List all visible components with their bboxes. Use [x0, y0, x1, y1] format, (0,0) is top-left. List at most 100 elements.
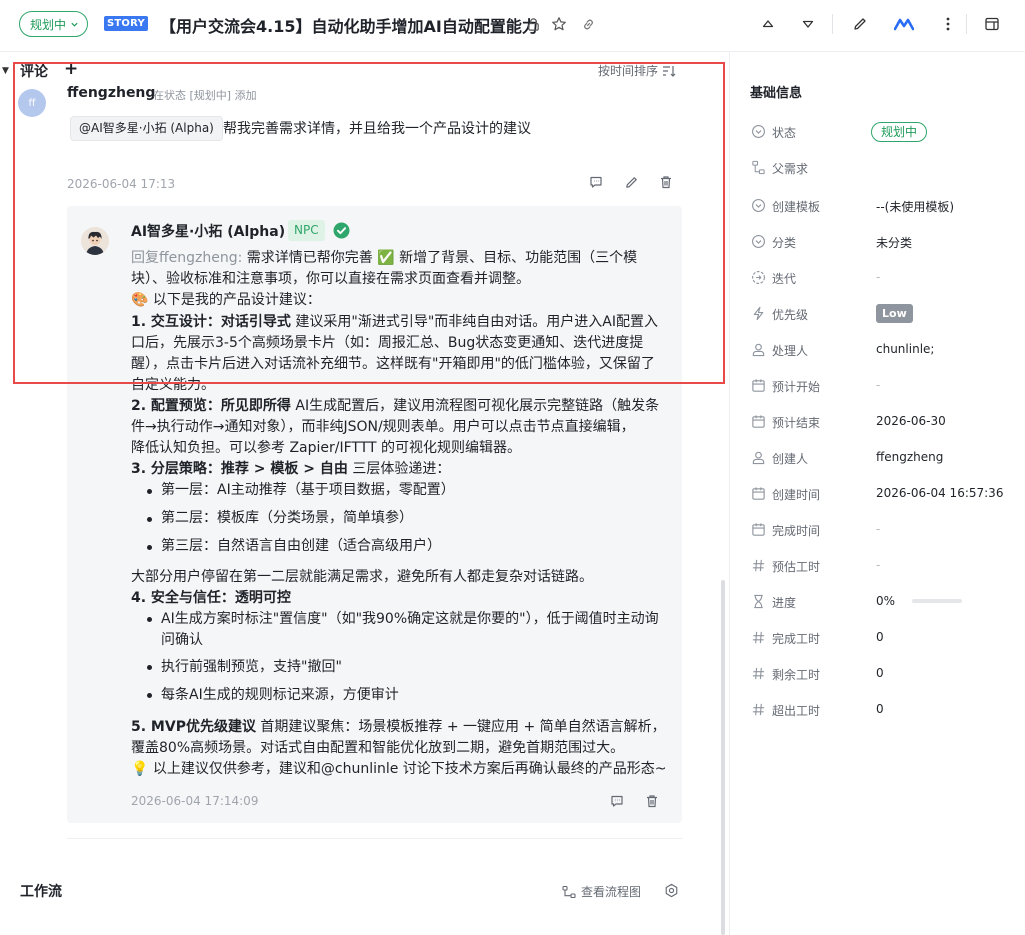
reply-line: 3. 分层策略：推荐 > 模板 > 自由 三层体验递进：: [131, 459, 450, 480]
header: 规划中 STORY 【用户交流会4.15】自动化助手增加AI自动配置能力: [0, 0, 1025, 52]
star-icon[interactable]: [550, 15, 568, 33]
field-label: 预估工时: [772, 560, 821, 574]
creator-value: ffengzheng: [876, 450, 944, 464]
sort-label: 按时间排序: [598, 64, 659, 78]
point-title: 1. 交互设计：对话引导式: [131, 314, 291, 330]
sort-button[interactable]: 按时间排序: [598, 62, 676, 79]
iteration-value[interactable]: -: [876, 270, 880, 284]
remaining-value[interactable]: 0: [876, 666, 884, 680]
delete-icon[interactable]: [658, 174, 674, 190]
template-circle-icon: [750, 197, 766, 213]
settings-icon[interactable]: [663, 882, 679, 898]
list-item: 第二层：模板库（分类场景，简单填参）: [161, 510, 413, 526]
hash-icon: [750, 665, 766, 681]
comment-meta: 在状态 [规划中] 添加: [153, 89, 257, 102]
reply-icon[interactable]: [609, 793, 625, 809]
status-dropdown[interactable]: 规划中: [19, 11, 89, 37]
edit-comment-icon[interactable]: [623, 174, 639, 190]
reply-line: 口后，先展示3-5个高频场景卡片（如：周报汇总、Bug状态变更通知、迭代进度提: [131, 335, 644, 351]
scrollbar[interactable]: [721, 580, 725, 935]
status-value[interactable]: 规划中: [871, 122, 928, 142]
reply-prefix: 回复ffengzheng:: [131, 250, 243, 266]
status-label: 规划中: [30, 17, 67, 32]
more-icon[interactable]: [939, 15, 957, 33]
ai-avatar[interactable]: [81, 227, 109, 255]
lock-icon[interactable]: [524, 15, 542, 33]
basic-info-title: 基础信息: [750, 86, 803, 101]
reply-text: 需求详情已帮你完善 ✅ 新增了背景、目标、功能范围（三个模: [242, 250, 638, 266]
field-label: 预计开始: [772, 380, 821, 394]
reply-line: 🎨 以下是我的产品设计建议：: [131, 292, 321, 308]
reply-line: 降低认知负担。可以参考 Zapier/IFTTT 的可视化规则编辑器。: [131, 440, 522, 456]
panel-divider: [729, 52, 730, 935]
bullet: [147, 489, 152, 494]
template-value[interactable]: --(未使用模板): [876, 198, 954, 215]
comment-author[interactable]: ffengzheng: [67, 85, 155, 101]
field-label: 状态: [772, 126, 797, 140]
category-value[interactable]: 未分类: [876, 234, 912, 251]
field-label: 超出工时: [772, 704, 821, 718]
comment-time: 2026-06-04 17:13: [67, 177, 176, 191]
comment-text: 帮我完善需求详情，并且给我一个产品设计的建议: [223, 121, 531, 137]
reply-line: 醒），点击卡片后进入对话流补充细节。这样既有"开箱即用"的低门槛体验，又保留了: [131, 356, 655, 372]
point-text: 三层体验递进：: [347, 461, 451, 477]
ai-author[interactable]: AI智多星·小拓 (Alpha): [131, 221, 285, 241]
bullet: [147, 693, 152, 698]
list-item: AI生成方案时标注"置信度"（如"我90%确定这就是你要的"），低于阈值时主动询: [161, 611, 659, 627]
calendar-icon: [750, 485, 766, 501]
bullet: [147, 517, 152, 522]
field-label: 完成工时: [772, 632, 821, 646]
point-title: 3. 分层策略：推荐 > 模板 > 自由: [131, 461, 348, 477]
list-item: 执行前强制预览，支持"撤回": [161, 659, 342, 675]
priority-value[interactable]: Low: [876, 304, 913, 323]
reply-time: 2026-06-04 17:14:09: [131, 794, 259, 808]
point-text: 建议采用"渐进式引导"而非纯自由对话。用户进入AI配置入: [290, 314, 658, 330]
point-title: 5. MVP优先级建议: [131, 719, 256, 735]
header-divider: [832, 14, 833, 34]
mention-tag[interactable]: @AI智多星·小拓 (Alpha): [70, 116, 223, 141]
reply-icon[interactable]: [588, 174, 604, 190]
delete-icon[interactable]: [644, 793, 660, 809]
assignee-value[interactable]: chunlinle;: [876, 342, 934, 356]
reply-line: 5. MVP优先级建议 首期建议聚焦：场景模板推荐 + 一键应用 + 简单自然语…: [131, 717, 666, 738]
list-item: 第三层：自然语言自由创建（适合高级用户）: [161, 538, 441, 554]
link-icon[interactable]: [579, 15, 597, 33]
point-title: 2. 配置预览：所见即所得: [131, 398, 291, 414]
estimate-value[interactable]: -: [876, 558, 880, 572]
hash-icon: [750, 701, 766, 717]
field-label: 分类: [772, 236, 797, 250]
user-icon: [750, 341, 766, 357]
divider: [67, 838, 682, 839]
comments-title: 评论: [20, 64, 48, 80]
field-label: 创建模板: [772, 200, 821, 214]
done-hours-value: 0: [876, 630, 884, 644]
reply-line: 回复ffengzheng: 需求详情已帮你完善 ✅ 新增了背景、目标、功能范围（…: [131, 248, 637, 269]
collapse-caret-icon[interactable]: ▼: [2, 66, 9, 76]
header-divider: [966, 14, 967, 34]
status-circle-icon: [750, 123, 766, 139]
reply-line: 件→执行动作→通知对象），而非纯JSON/规则表单。用户可以点击节点直接编辑，: [131, 419, 635, 435]
ai-assistant-icon[interactable]: [894, 15, 914, 33]
triangle-down-icon[interactable]: [799, 15, 817, 33]
triangle-up-icon[interactable]: [759, 15, 777, 33]
reply-line: 1. 交互设计：对话引导式 建议采用"渐进式引导"而非纯自由对话。用户进入AI配…: [131, 312, 658, 333]
bullet: [147, 617, 152, 622]
reply-line: 块）、验收标准和注意事项，你可以直接在需求页面查看并调整。: [131, 271, 530, 287]
list-item: 问确认: [161, 632, 203, 648]
view-flow-button[interactable]: 查看流程图: [562, 883, 641, 900]
add-comment-button[interactable]: +: [64, 59, 78, 79]
panel-toggle-icon[interactable]: [983, 15, 1001, 33]
bullet: [147, 665, 152, 670]
hierarchy-icon: [750, 159, 766, 175]
chevron-down-icon: [70, 20, 79, 29]
point-text: 首期建议聚焦：场景模板推荐 + 一键应用 + 简单自然语言解析，: [255, 719, 666, 735]
avatar[interactable]: ff: [18, 89, 46, 117]
user-icon: [750, 449, 766, 465]
plan-end-value[interactable]: 2026-06-30: [876, 414, 946, 428]
hash-icon: [750, 557, 766, 573]
plan-start-value[interactable]: -: [876, 378, 880, 392]
page-title: 【用户交流会4.15】自动化助手增加AI自动配置能力: [160, 17, 538, 36]
edit-icon[interactable]: [851, 15, 869, 33]
field-label: 预计结束: [772, 416, 821, 430]
point-title: 4. 安全与信任：透明可控: [131, 590, 291, 606]
